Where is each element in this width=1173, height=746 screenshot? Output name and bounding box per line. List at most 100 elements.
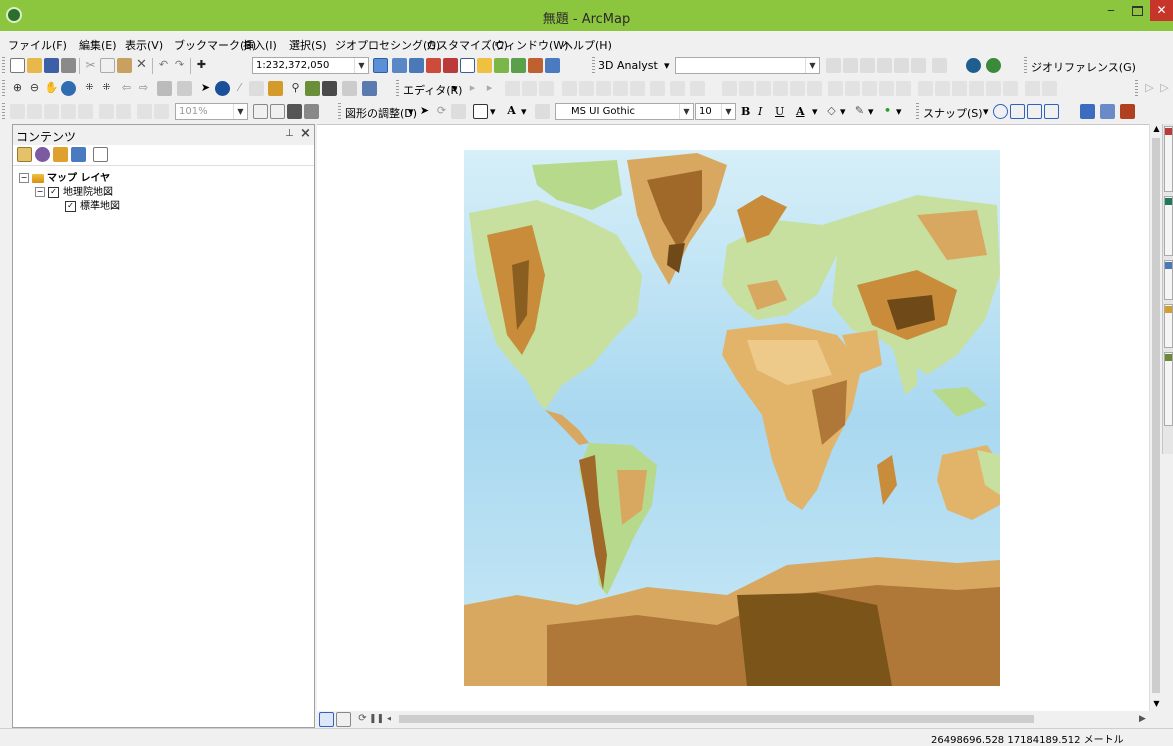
italic-button[interactable]: I [758, 105, 762, 118]
cut-icon[interactable]: ✂ [83, 58, 98, 73]
select-pointer-icon[interactable]: ➤ [417, 104, 432, 119]
point-snap-icon[interactable] [993, 104, 1008, 119]
list-by-visibility-icon[interactable] [53, 147, 68, 162]
text-tool-icon[interactable]: A [504, 104, 519, 119]
font-color-button[interactable]: A [796, 105, 805, 118]
chevron-down-icon[interactable]: ▾ [664, 59, 670, 72]
go-forward-extent-icon[interactable] [154, 104, 169, 119]
vertical-scrollbar[interactable]: ▲ ▼ [1149, 124, 1163, 711]
open-folder-icon[interactable] [27, 58, 42, 73]
3d-analyst-menu[interactable]: 3D Analyst [598, 59, 658, 72]
modelbuilder-icon[interactable] [477, 58, 492, 73]
list-by-selection-icon[interactable] [71, 147, 86, 162]
time-slider-icon[interactable] [342, 81, 357, 96]
layer-node-map-layers[interactable]: − マップ レイヤ [19, 169, 110, 184]
profile-graph-icon[interactable] [932, 58, 947, 73]
network-icon[interactable] [969, 81, 984, 96]
underline-button[interactable]: U [775, 105, 784, 118]
toolbar-grip[interactable] [2, 57, 5, 74]
add-data-icon[interactable]: ✚ [194, 58, 209, 73]
bold-button[interactable]: B [741, 105, 750, 118]
toolbar-grip[interactable] [592, 57, 595, 74]
chevron-down-icon[interactable]: ▼ [679, 104, 693, 119]
viewer-window-icon[interactable] [362, 81, 377, 96]
python-window-icon[interactable] [460, 58, 475, 73]
toolbar-grip[interactable] [1024, 57, 1027, 74]
zoom-selected-icon[interactable] [451, 104, 466, 119]
zoom-in-icon[interactable]: ⊕ [10, 81, 25, 96]
find-icon[interactable]: ⚲ [288, 81, 303, 96]
chevron-down-icon[interactable]: ▾ [840, 105, 846, 118]
html-popup-icon[interactable] [249, 81, 264, 96]
create-features-tab[interactable] [1164, 304, 1173, 348]
toggle-draft-mode-icon[interactable] [253, 104, 268, 119]
chevron-down-icon[interactable]: ▼ [721, 104, 735, 119]
layout-zoom-combo[interactable]: 101% ▼ [175, 103, 248, 120]
save-icon[interactable] [44, 58, 59, 73]
3d-tool-icon[interactable] [860, 58, 875, 73]
tool-icon[interactable] [1120, 104, 1135, 119]
callout-icon[interactable] [535, 104, 550, 119]
zoom-out-icon[interactable]: ⊖ [27, 81, 42, 96]
scroll-down-icon[interactable]: ▼ [1150, 699, 1163, 708]
focus-data-frame-icon[interactable] [270, 104, 285, 119]
spatial-adjust-icon[interactable] [879, 81, 894, 96]
chevron-down-icon[interactable]: ▾ [490, 105, 496, 118]
data-view-icon[interactable] [319, 712, 334, 727]
font-size-combo[interactable]: 10 ▼ [695, 103, 736, 120]
layout-zoom-in-icon[interactable] [10, 104, 25, 119]
delete-icon[interactable]: ✕ [134, 58, 149, 73]
forward-arrow-icon[interactable]: ⇨ [136, 81, 151, 96]
network-icon[interactable] [935, 81, 950, 96]
toolbar-grip[interactable] [338, 103, 341, 120]
font-name-combo[interactable]: MS UI Gothic ▼ [555, 103, 694, 120]
3d-tool-icon[interactable] [826, 58, 841, 73]
tool-icon[interactable] [1100, 104, 1115, 119]
model-tool-icon[interactable] [528, 58, 543, 73]
hyperlink-icon[interactable]: ⁄ [232, 81, 247, 96]
toolbar-grip[interactable] [2, 80, 5, 97]
fill-color-icon[interactable]: ◇ [824, 104, 839, 119]
spatial-adjust-icon[interactable] [828, 81, 843, 96]
catalog-tab[interactable] [1164, 196, 1173, 256]
tracking-icon[interactable]: ▷ [1157, 81, 1172, 96]
chevron-down-icon[interactable]: ▼ [233, 104, 247, 119]
grid-tool-icon[interactable] [545, 58, 560, 73]
chevron-down-icon[interactable]: ▾ [983, 105, 989, 118]
network-icon[interactable] [918, 81, 933, 96]
topology-icon[interactable] [756, 81, 771, 96]
collapse-icon[interactable]: − [19, 173, 29, 183]
network-icon[interactable] [952, 81, 967, 96]
undo-icon[interactable]: ↶ [156, 58, 171, 73]
edit-vertices-icon[interactable] [562, 81, 577, 96]
toolbar-grip[interactable] [2, 103, 5, 120]
editor-toolbar-icon[interactable] [373, 58, 388, 73]
marker-color-icon[interactable]: • [880, 104, 895, 119]
maximize-button[interactable] [1124, 0, 1150, 21]
line-color-icon[interactable]: ✎ [852, 104, 867, 119]
search-window-icon[interactable] [426, 58, 441, 73]
data-driven-pages-icon[interactable] [304, 104, 319, 119]
collapse-icon[interactable]: − [35, 187, 45, 197]
topology-icon[interactable] [790, 81, 805, 96]
chevron-down-icon[interactable]: ▾ [521, 105, 527, 118]
layer-tool-icon[interactable] [511, 58, 526, 73]
geo-tool-icon[interactable] [494, 58, 509, 73]
network-icon[interactable] [1003, 81, 1018, 96]
chevron-down-icon[interactable]: ▾ [896, 105, 902, 118]
world-map[interactable] [317, 125, 1149, 712]
find-route-icon[interactable] [305, 81, 320, 96]
go-to-xy-icon[interactable] [322, 81, 337, 96]
toolbar-grip[interactable] [396, 80, 399, 97]
menu-view[interactable]: 表示(V) [125, 37, 163, 53]
schematic-icon[interactable] [1042, 81, 1057, 96]
3d-tool-icon[interactable] [877, 58, 892, 73]
3d-layer-combo[interactable]: ▼ [675, 57, 820, 74]
3d-tool-icon[interactable] [894, 58, 909, 73]
chevron-down-icon[interactable]: ▾ [452, 82, 458, 95]
schematic-icon[interactable] [1025, 81, 1040, 96]
chevron-down-icon[interactable]: ▾ [812, 105, 818, 118]
vertex-snap-icon[interactable] [1027, 104, 1042, 119]
fixed-zoom-icon[interactable] [116, 104, 131, 119]
pin-icon[interactable]: ⊥ [285, 128, 294, 139]
